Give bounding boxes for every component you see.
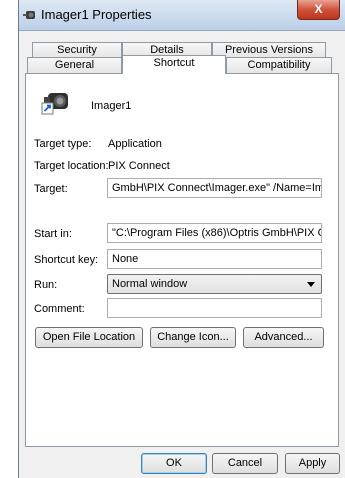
tab-compatibility[interactable]: Compatibility: [226, 57, 332, 74]
tab-label: Shortcut: [153, 57, 195, 69]
start-in-field[interactable]: "C:\Program Files (x86)\Optris GmbH\PIX …: [107, 223, 322, 243]
camera-app-icon: [23, 11, 35, 19]
run-selected-value: Normal window: [112, 278, 188, 290]
start-in-label: Start in:: [34, 228, 72, 240]
shortcut-key-label: Shortcut key:: [34, 254, 99, 266]
change-icon-button[interactable]: Change Icon...: [150, 327, 236, 348]
target-type-value: Application: [108, 138, 162, 150]
target-field[interactable]: GmbH\PIX Connect\Imager.exe" /Name=Image…: [107, 178, 322, 198]
tab-label: Previous Versions: [224, 44, 314, 56]
tab-label: Compatibility: [247, 59, 311, 71]
chevron-down-icon: [307, 282, 315, 287]
target-location-value: PIX Connect: [108, 160, 170, 172]
close-button[interactable]: X: [297, 0, 340, 20]
dialog-body: Security Details Previous Versions Gener…: [19, 31, 345, 478]
comment-field[interactable]: [107, 298, 322, 318]
run-label: Run:: [34, 279, 58, 291]
shortcut-name: Imager1: [91, 100, 132, 112]
camera-shortcut-icon: [41, 93, 68, 115]
properties-window: Imager1 Properties X Security Details Pr…: [18, 0, 345, 478]
close-icon: X: [314, 2, 323, 16]
comment-label: Comment:: [34, 303, 85, 315]
apply-button[interactable]: Apply: [285, 453, 340, 474]
target-type-label: Target type:: [34, 138, 92, 150]
target-location-label: Target location:: [34, 160, 109, 172]
tab-shortcut[interactable]: Shortcut: [122, 55, 226, 74]
tab-general[interactable]: General: [27, 57, 122, 74]
ok-button[interactable]: OK: [141, 453, 207, 474]
tab-label: Security: [57, 44, 97, 56]
title-bar[interactable]: Imager1 Properties X: [19, 0, 345, 31]
advanced-button[interactable]: Advanced...: [243, 327, 324, 348]
run-select[interactable]: Normal window: [107, 274, 322, 294]
shortcut-panel: Imager1 Target type: Application Target …: [25, 73, 339, 447]
cancel-button[interactable]: Cancel: [212, 453, 278, 474]
shortcut-key-field[interactable]: None: [107, 249, 322, 269]
target-label: Target:: [34, 183, 68, 195]
window-title: Imager1 Properties: [41, 7, 152, 22]
tab-label: General: [54, 59, 95, 71]
open-file-location-button[interactable]: Open File Location: [35, 327, 143, 348]
